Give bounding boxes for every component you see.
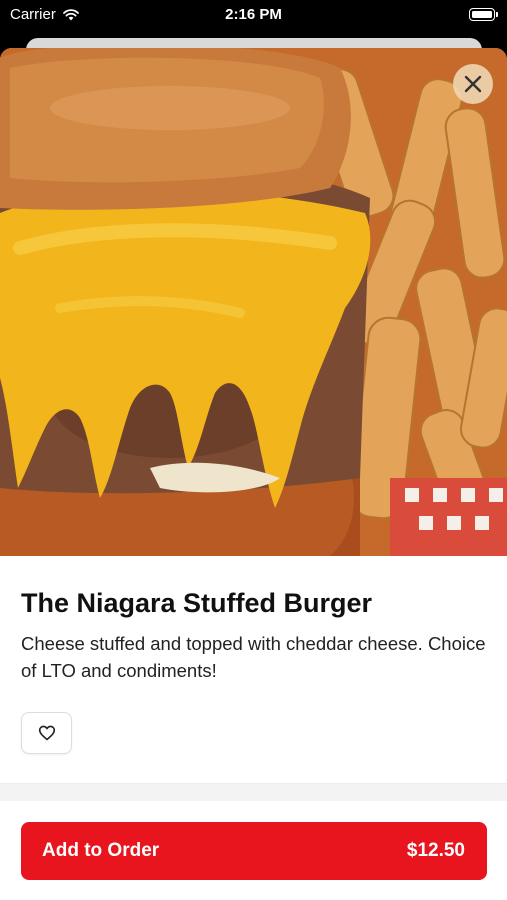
close-icon <box>464 75 482 93</box>
item-image <box>0 48 507 556</box>
section-divider <box>0 783 507 801</box>
close-button[interactable] <box>453 64 493 104</box>
status-time: 2:16 PM <box>225 6 282 23</box>
battery-icon <box>469 8 498 21</box>
item-description: Cheese stuffed and topped with cheddar c… <box>21 633 486 681</box>
add-to-order-button[interactable]: Add to Order $12.50 <box>21 822 487 880</box>
item-title: The Niagara Stuffed Burger <box>21 588 373 618</box>
burger-photo <box>0 48 507 556</box>
item-detail-sheet: The Niagara Stuffed Burger Cheese stuffe… <box>0 48 507 900</box>
status-bar: Carrier 2:16 PM <box>0 0 507 34</box>
heart-icon <box>38 725 55 741</box>
favorite-button[interactable] <box>21 712 72 754</box>
price-label: $12.50 <box>406 840 465 861</box>
status-right <box>469 8 498 21</box>
add-to-order-label: Add to Order <box>42 840 160 861</box>
